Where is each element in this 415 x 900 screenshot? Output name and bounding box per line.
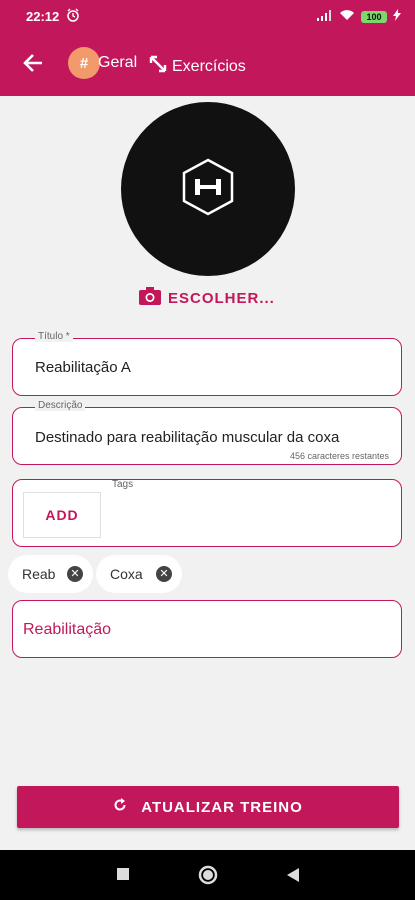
remove-tag-icon[interactable]: ✕ (156, 566, 172, 582)
tags-field: Tags ADD (12, 479, 402, 547)
battery-icon: 100 (361, 11, 387, 23)
tag-chip[interactable]: Coxa ✕ (96, 555, 182, 593)
expand-arrows-icon (148, 54, 168, 79)
recents-square-icon[interactable] (116, 867, 130, 886)
choose-photo-button[interactable]: ESCOLHER... (138, 286, 275, 310)
descricao-label: Descrição (35, 400, 86, 411)
add-tag-button[interactable]: ADD (23, 492, 101, 538)
titulo-label: Título * (35, 331, 73, 342)
categoria-value: Reabilitação (23, 621, 112, 638)
signal-icon (317, 8, 333, 26)
app-bar: # Geral Exercícios (0, 32, 415, 96)
back-arrow-icon[interactable] (22, 52, 44, 79)
tab-geral[interactable]: Geral (68, 54, 137, 72)
tab-geral-label: Geral (98, 54, 138, 71)
charging-icon (393, 8, 401, 26)
tags-label: Tags (112, 479, 134, 490)
tag-chip-label: Coxa (110, 566, 143, 582)
status-time: 22:12 (26, 9, 60, 24)
system-nav-bar (0, 850, 415, 900)
home-circle-icon[interactable] (198, 865, 218, 890)
char-counter: 456 caracteres restantes (289, 451, 389, 461)
camera-icon (138, 286, 162, 310)
tag-chip-label: Reab (22, 566, 56, 582)
tab-exercicios-label: Exercícios (172, 57, 246, 75)
descricao-value: Destinado para reabilitação muscular da … (35, 429, 340, 446)
choose-photo-label: ESCOLHER... (168, 289, 275, 307)
descricao-field[interactable]: Descrição Destinado para reabilitação mu… (12, 400, 402, 465)
categoria-select[interactable]: Reabilitação (12, 600, 402, 658)
alarm-icon (66, 8, 80, 27)
remove-tag-icon[interactable]: ✕ (67, 566, 83, 582)
wifi-icon (339, 8, 355, 26)
workout-avatar (121, 102, 295, 276)
dumbbell-hexagon-icon (178, 157, 238, 222)
titulo-value: Reabilitação A (35, 359, 131, 376)
update-workout-label: ATUALIZAR TREINO (141, 798, 303, 816)
tab-exercicios[interactable]: Exercícios (148, 54, 246, 79)
update-workout-button[interactable]: ATUALIZAR TREINO (17, 786, 399, 828)
tag-chip[interactable]: Reab ✕ (8, 555, 93, 593)
refresh-icon (113, 798, 127, 816)
status-bar: 22:12 100 (0, 0, 415, 32)
titulo-field[interactable]: Título * Reabilitação A (12, 331, 402, 396)
back-triangle-icon[interactable] (286, 867, 300, 888)
